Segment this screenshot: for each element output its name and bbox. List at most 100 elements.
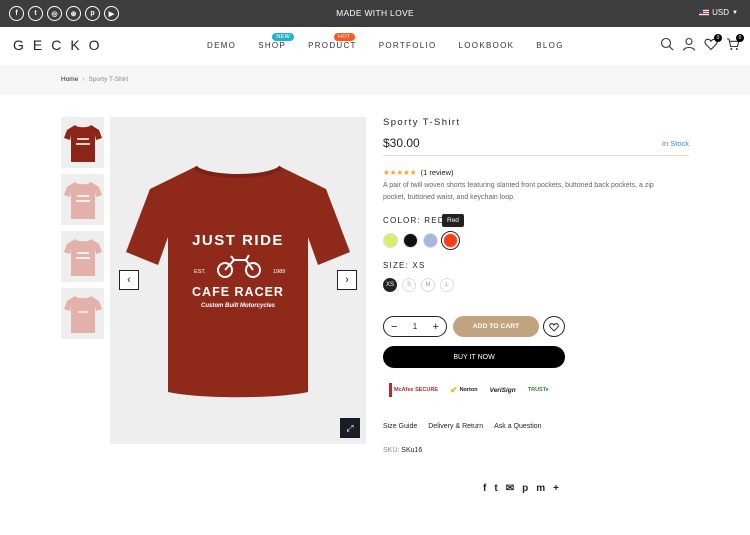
check-icon: ✔ <box>450 384 458 395</box>
truste-badge: TRUSTe <box>527 387 549 393</box>
share-icons: f t ✉ p m + <box>483 483 559 494</box>
nav-label: LOOKBOOK <box>458 41 515 50</box>
twitter-share-icon[interactable]: t <box>494 483 497 494</box>
messenger-share-icon[interactable]: m <box>536 483 545 494</box>
us-flag-icon <box>699 9 710 16</box>
more-share-icon[interactable]: + <box>553 483 559 494</box>
announcement-text: MADE WITH LOVE <box>336 8 414 18</box>
sku-label: SKU: <box>383 447 400 454</box>
prev-image-button[interactable]: ‹ <box>119 270 139 290</box>
stock-status: In Stock <box>661 139 689 148</box>
product-thumbnail[interactable] <box>61 174 104 225</box>
user-icon[interactable] <box>682 37 696 51</box>
nav-item-blog[interactable]: BLOG <box>536 41 563 50</box>
nav-label: DEMO <box>207 41 237 50</box>
search-icon[interactable] <box>660 37 674 51</box>
price-row: $30.00 In Stock <box>383 136 689 156</box>
sku-value: SKu16 <box>401 447 423 454</box>
shirt-print-est: EST. <box>194 269 206 275</box>
nav-item-demo[interactable]: DEMO <box>207 41 236 50</box>
ask-question-link[interactable]: Ask a Question <box>494 423 541 430</box>
minus-icon[interactable]: − <box>391 321 397 333</box>
email-share-icon[interactable]: ✉ <box>506 483 514 494</box>
heart-icon <box>549 322 559 332</box>
nav-item-product[interactable]: PRODUCT HOT <box>308 33 357 50</box>
pinterest-share-icon[interactable]: p <box>522 483 528 494</box>
nav-item-portfolio[interactable]: PORTFOLIO <box>379 41 437 50</box>
plus-icon[interactable]: + <box>433 321 439 333</box>
trust-badges: McAfee SECURE ✔ Norton VeriSign TRUSTe <box>389 383 551 397</box>
sku: SKU: SKu16 <box>383 447 422 454</box>
add-to-cart-button[interactable]: ADD TO CART <box>453 316 539 337</box>
mcafee-badge: McAfee SECURE <box>389 383 440 397</box>
size-option[interactable]: M <box>421 278 435 292</box>
verisign-badge: VeriSign <box>489 386 516 394</box>
swatch-blue[interactable] <box>423 233 438 248</box>
size-option[interactable]: XS <box>383 278 397 292</box>
product-thumbnail[interactable] <box>61 117 104 168</box>
swatch-red[interactable] <box>441 231 460 250</box>
color-swatches <box>383 231 460 250</box>
facebook-share-icon[interactable]: f <box>483 483 486 494</box>
quantity-value[interactable]: 1 <box>413 322 417 331</box>
wishlist-icon[interactable]: 0 <box>704 34 722 51</box>
size-guide-link[interactable]: Size Guide <box>383 423 417 430</box>
motorcycle-icon <box>216 251 262 284</box>
product-links: Size Guide Delivery & Return Ask a Quest… <box>383 423 542 430</box>
cart-count: 0 <box>736 34 744 42</box>
nav-label: PORTFOLIO <box>378 41 437 50</box>
quantity-stepper: − 1 + <box>383 316 447 337</box>
size-options: XS S M L <box>383 278 454 292</box>
norton-badge: ✔ Norton <box>448 383 480 397</box>
site-logo[interactable]: GECKO <box>13 37 109 53</box>
nav-label: BLOG <box>536 41 564 50</box>
delivery-return-link[interactable]: Delivery & Return <box>428 423 483 430</box>
chevron-right-icon: › <box>345 274 349 286</box>
color-label: COLOR: RED <box>383 216 445 225</box>
product-thumbnail[interactable] <box>61 288 104 339</box>
norton-label: Norton <box>459 387 478 393</box>
shirt-print-line3: Custom Built Motorcycles <box>200 303 275 309</box>
nav-label: PRODUCT <box>308 41 357 50</box>
site-header: GECKO DEMO SHOP NEW PRODUCT HOT PORTFOLIO … <box>0 27 750 65</box>
wishlist-button[interactable] <box>543 316 565 337</box>
new-badge: NEW <box>272 33 294 41</box>
breadcrumb-home[interactable]: Home <box>61 76 78 83</box>
star-rating-icon: ★★★★★ <box>383 168 417 177</box>
header-icons: 0 0 <box>660 34 744 51</box>
expand-icon: ⤢ <box>346 422 354 433</box>
shirt-print-line2: CAFE RACER <box>192 285 284 299</box>
main-nav: DEMO SHOP NEW PRODUCT HOT PORTFOLIO LOOKBO… <box>207 33 586 50</box>
nav-item-shop[interactable]: SHOP NEW <box>258 33 294 50</box>
product-price: $30.00 <box>383 136 420 150</box>
breadcrumb-current: Sporty T-Shirt <box>88 76 129 83</box>
swatch-lime[interactable] <box>383 233 398 248</box>
breadcrumb-separator: › <box>82 76 85 83</box>
cart-icon[interactable]: 0 <box>726 34 744 51</box>
buy-now-button[interactable]: BUY IT NOW <box>383 346 565 368</box>
size-label: SIZE: XS <box>383 261 426 270</box>
breadcrumb: Home › Sporty T-Shirt <box>61 76 128 83</box>
currency-label: USD <box>712 8 730 17</box>
product-main-image[interactable]: JUST RIDE EST. 1989 CAFE RACER Custom Bu… <box>110 117 366 444</box>
swatch-black[interactable] <box>403 233 418 248</box>
product-title: Sporty T-Shirt <box>383 117 461 128</box>
product-thumbnail[interactable] <box>61 231 104 282</box>
next-image-button[interactable]: › <box>337 270 357 290</box>
color-tooltip: Red <box>442 214 464 227</box>
hot-badge: HOT <box>334 33 355 41</box>
product-description: A pair of twill woven shorts featuring s… <box>383 182 654 201</box>
currency-selector[interactable]: USD ▼ <box>699 8 738 17</box>
chevron-left-icon: ‹ <box>127 274 131 286</box>
breadcrumb-bar: Home › Sporty T-Shirt <box>0 65 750 95</box>
nav-item-lookbook[interactable]: LOOKBOOK <box>459 41 515 50</box>
chevron-down-icon: ▼ <box>732 9 738 16</box>
size-option[interactable]: S <box>402 278 416 292</box>
zoom-button[interactable]: ⤢ <box>340 418 360 438</box>
rating[interactable]: ★★★★★ (1 review) <box>383 168 454 177</box>
nav-label: SHOP <box>258 41 287 50</box>
wishlist-count: 0 <box>714 34 722 42</box>
product-info: Sporty T-Shirt $30.00 In Stock ★★★★★ (1 … <box>383 117 689 454</box>
size-option[interactable]: L <box>440 278 454 292</box>
announcement-bar: f t ◎ ⊛ p ▶ MADE WITH LOVE USD ▼ <box>0 0 750 27</box>
